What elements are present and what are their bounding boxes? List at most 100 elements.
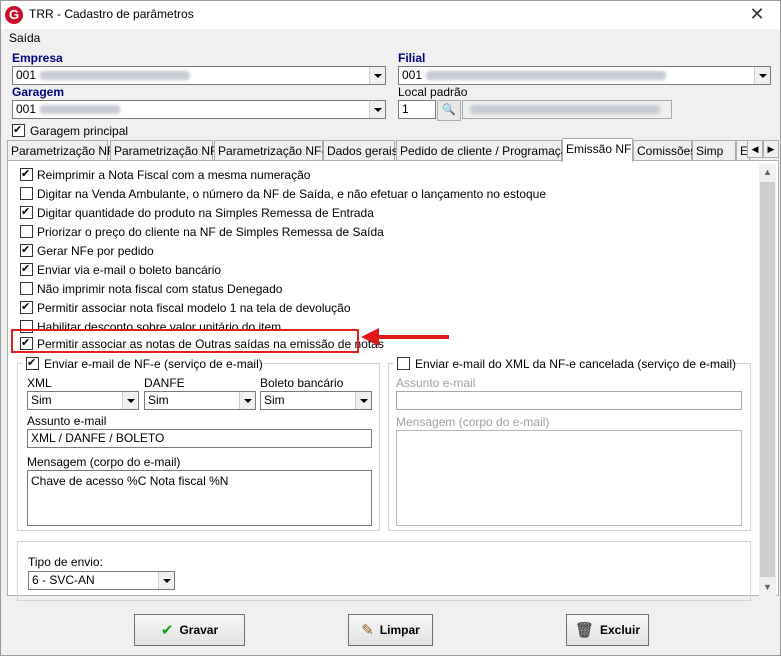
mensagem-textarea[interactable]: Chave de acesso %C Nota fiscal %N — [27, 470, 372, 526]
empresa-code: 001 — [16, 68, 37, 82]
annotation-arrowhead-icon — [361, 328, 379, 346]
tab-comissoes[interactable]: Comissões — [633, 140, 696, 161]
boleto-value: Sim — [264, 393, 285, 407]
xml-select[interactable]: Sim — [27, 391, 139, 410]
highlight-box — [11, 329, 359, 353]
excluir-label: Excluir — [600, 623, 641, 637]
option-label: Permitir associar nota fiscal modelo 1 n… — [37, 301, 351, 315]
filial-code: 001 — [402, 68, 423, 82]
email-cancelada-checkbox[interactable] — [397, 357, 410, 370]
tab-dados-gerais[interactable]: Dados gerais — [323, 140, 398, 161]
option-checkbox[interactable] — [20, 187, 33, 200]
email-cancelada-title: Enviar e-mail do XML da NF-e cancelada (… — [415, 357, 737, 371]
tab-simp[interactable]: Simp — [692, 140, 736, 161]
empresa-select[interactable]: 001 — [12, 66, 386, 85]
scroll-down-icon[interactable]: ▼ — [759, 579, 776, 596]
option-label: Priorizar o preço do cliente na NF de Si… — [37, 225, 384, 239]
chevron-down-icon[interactable] — [355, 392, 371, 409]
option-checkbox[interactable] — [20, 263, 33, 276]
email-nfe-checkbox[interactable] — [26, 357, 39, 370]
scroll-up-icon[interactable]: ▲ — [759, 164, 776, 181]
tab-label: Simp — [696, 144, 724, 158]
danfe-value: Sim — [148, 393, 169, 407]
option-checkbox[interactable] — [20, 244, 33, 257]
close-icon[interactable]: ✕ — [742, 3, 772, 25]
danfe-label: DANFE — [144, 376, 185, 390]
cancelada-mensagem-textarea — [396, 430, 742, 526]
tab-label: Parametrização NF — [11, 144, 115, 158]
xml-label: XML — [27, 376, 52, 390]
assunto-input[interactable]: XML / DANFE / BOLETO — [27, 429, 372, 448]
tab-pedido-cliente[interactable]: Pedido de cliente / Programação — [396, 140, 574, 161]
mensagem-label: Mensagem (corpo do e-mail) — [27, 455, 181, 469]
local-padrao-description — [462, 100, 672, 119]
main-window: G TRR - Cadastro de parâmetros ✕ Saída E… — [0, 0, 781, 656]
chevron-down-icon[interactable] — [239, 392, 255, 409]
tab-emissao-nf[interactable]: Emissão NF — [562, 138, 633, 162]
chevron-down-icon[interactable] — [122, 392, 138, 409]
tab-parametrizacao-nfe[interactable]: Parametrização NF-e — [214, 140, 332, 161]
chevron-down-icon[interactable] — [158, 572, 174, 589]
option-label: Gerar NFe por pedido — [37, 244, 154, 258]
cancelada-mensagem-label: Mensagem (corpo do e-mail) — [396, 415, 550, 429]
garagem-principal-checkbox[interactable] — [12, 124, 25, 137]
option-label: Não imprimir nota fiscal com status Dene… — [37, 282, 283, 296]
danfe-select[interactable]: Sim — [144, 391, 256, 410]
option-label: Enviar via e-mail o boleto bancário — [37, 263, 222, 277]
assunto-label: Assunto e-mail — [27, 414, 107, 428]
local-padrao-label: Local padrão — [398, 85, 468, 99]
tab-scroll-right-icon[interactable]: ▶ — [763, 140, 779, 158]
cancelada-assunto-label: Assunto e-mail — [396, 376, 476, 390]
tipo-envio-value: 6 - SVC-AN — [32, 573, 95, 587]
window-title: TRR - Cadastro de parâmetros — [29, 7, 194, 21]
trash-icon: 🗑 — [574, 621, 594, 639]
scroll-thumb[interactable] — [760, 182, 775, 577]
tipo-envio-label: Tipo de envio: — [28, 555, 103, 569]
garagem-principal-label: Garagem principal — [30, 124, 129, 138]
window-subtitle: Saída — [9, 31, 41, 45]
tipo-envio-select[interactable]: 6 - SVC-AN — [28, 571, 175, 590]
gravar-label: Gravar — [179, 623, 219, 637]
option-checkbox[interactable] — [20, 206, 33, 219]
tab-scroll-left-icon[interactable]: ◀ — [747, 140, 763, 158]
tab-parametrizacao-nf-2[interactable]: Parametrização NF — [110, 140, 217, 161]
excluir-button[interactable]: 🗑 Excluir — [566, 614, 649, 646]
checkmark-icon: ✔ — [160, 621, 174, 639]
option-label: Digitar na Venda Ambulante, o número da … — [37, 187, 547, 201]
empresa-label: Empresa — [12, 51, 63, 65]
cancelada-assunto-input — [396, 391, 742, 410]
email-nfe-title: Enviar e-mail de NF-e (serviço de e-mail… — [44, 357, 263, 371]
boleto-label: Boleto bancário — [260, 376, 344, 390]
option-label: Reimprimir a Nota Fiscal com a mesma num… — [37, 168, 311, 182]
limpar-button[interactable]: ✎ Limpar — [348, 614, 433, 646]
limpar-label: Limpar — [379, 623, 420, 637]
option-checkbox[interactable] — [20, 168, 33, 181]
boleto-select[interactable]: Sim — [260, 391, 372, 410]
binoculars-search-icon[interactable]: 🔍 — [437, 100, 461, 121]
xml-value: Sim — [31, 393, 52, 407]
chevron-down-icon[interactable] — [369, 101, 385, 118]
title-bar: G TRR - Cadastro de parâmetros ✕ — [1, 1, 780, 29]
filial-label: Filial — [398, 51, 426, 65]
vertical-scrollbar[interactable]: ▲ ▼ — [759, 164, 776, 596]
garagem-label: Garagem — [12, 85, 65, 99]
option-checkbox[interactable] — [20, 282, 33, 295]
garagem-code: 001 — [16, 102, 37, 116]
chevron-down-icon[interactable] — [369, 67, 385, 84]
app-logo-icon: G — [5, 6, 23, 24]
gravar-button[interactable]: ✔ Gravar — [134, 614, 245, 646]
local-padrao-input[interactable]: 1 — [398, 100, 436, 119]
garagem-select[interactable]: 001 — [12, 100, 386, 119]
filial-select[interactable]: 001 — [398, 66, 771, 85]
annotation-arrow-icon — [377, 335, 449, 339]
option-checkbox[interactable] — [20, 301, 33, 314]
tab-label: Emissão NF — [566, 142, 632, 156]
tab-label: Parametrização NF-e — [218, 144, 333, 158]
tab-label: Parametrização NF — [114, 144, 218, 158]
option-label: Digitar quantidade do produto na Simples… — [37, 206, 374, 220]
tab-label: Dados gerais — [327, 144, 398, 158]
tab-parametrizacao-nf-1[interactable]: Parametrização NF — [7, 140, 114, 161]
broom-icon: ✎ — [361, 621, 374, 639]
chevron-down-icon[interactable] — [754, 67, 770, 84]
option-checkbox[interactable] — [20, 225, 33, 238]
